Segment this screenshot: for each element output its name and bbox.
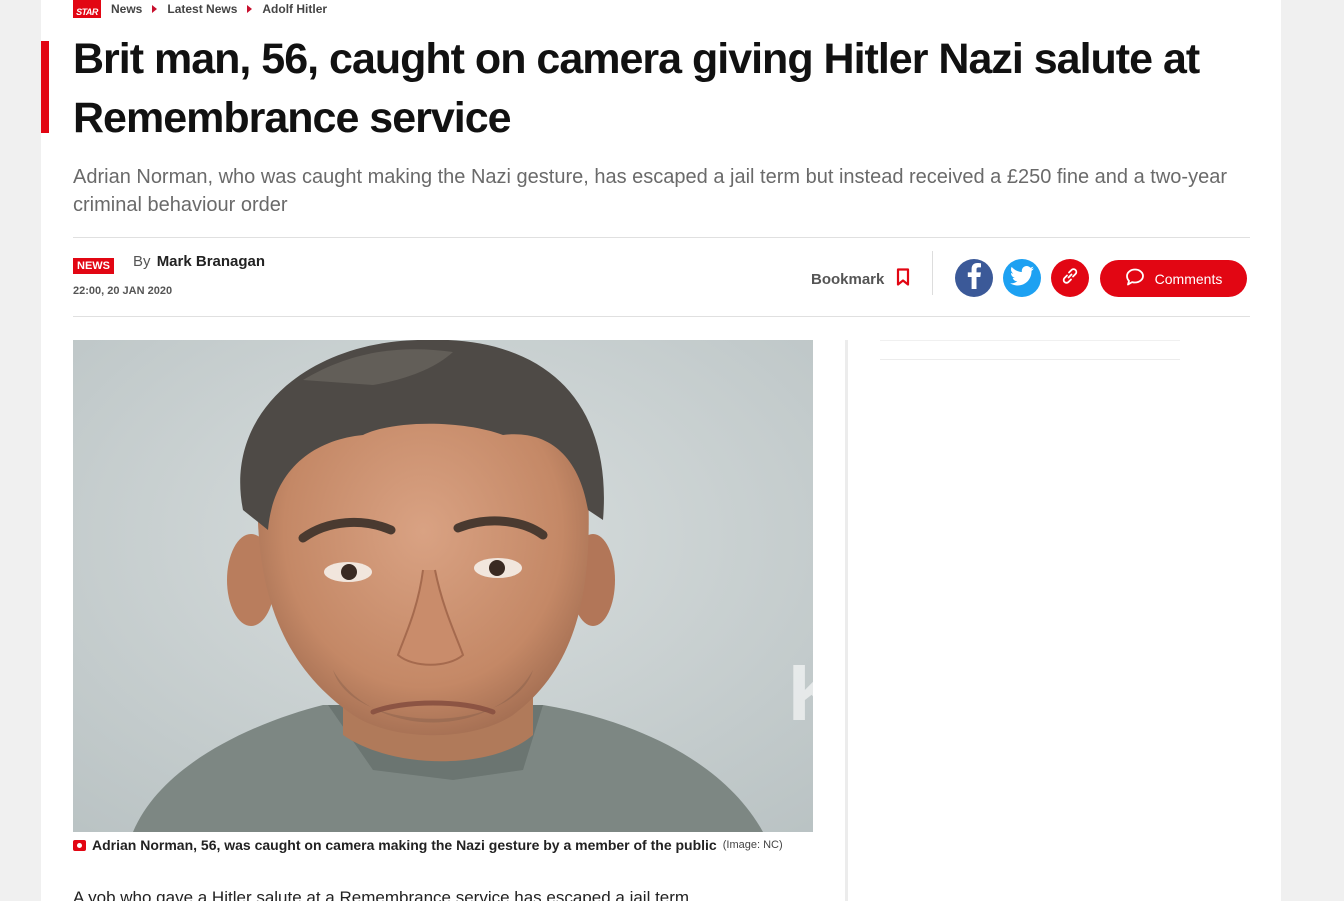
image-credit: (Image: NC) xyxy=(722,839,783,851)
breadcrumb: STAR News Latest News Adolf Hitler xyxy=(73,0,327,18)
facebook-share-button[interactable] xyxy=(955,259,993,297)
copy-link-button[interactable] xyxy=(1051,259,1089,297)
byline: By Mark Branagan xyxy=(133,253,265,270)
headline-accent-bar xyxy=(41,41,49,133)
bookmark-label: Bookmark xyxy=(811,270,885,288)
comment-icon xyxy=(1125,268,1145,289)
site-logo[interactable]: STAR xyxy=(73,0,101,18)
divider xyxy=(932,251,933,295)
twitter-icon xyxy=(1010,265,1034,291)
camera-icon xyxy=(73,839,86,851)
article-image[interactable]: K xyxy=(73,340,813,832)
page-title: Brit man, 56, caught on camera giving Hi… xyxy=(73,35,1200,142)
bookmark-button[interactable]: Bookmark xyxy=(811,268,910,290)
section-tag[interactable]: NEWS xyxy=(73,258,114,274)
article-photo-illustration: K xyxy=(73,340,813,832)
timestamp: 22:00, 20 JAN 2020 xyxy=(73,285,173,297)
breadcrumb-latest-news[interactable]: Latest News xyxy=(167,2,237,16)
by-label: By xyxy=(133,253,151,270)
image-caption: Adrian Norman, 56, was caught on camera … xyxy=(73,837,783,853)
chevron-right-icon xyxy=(247,5,253,13)
link-icon xyxy=(1060,266,1080,291)
breadcrumb-news[interactable]: News xyxy=(111,2,142,16)
sidebar-placeholder xyxy=(880,340,1180,360)
comments-label: Comments xyxy=(1154,270,1223,287)
article-page: STAR News Latest News Adolf Hitler Brit … xyxy=(41,0,1281,901)
breadcrumb-adolf-hitler[interactable]: Adolf Hitler xyxy=(262,2,327,16)
author-link[interactable]: Mark Branagan xyxy=(157,253,265,270)
article-body-paragraph: A yob who gave a Hitler salute at a Reme… xyxy=(73,888,690,901)
comments-button[interactable]: Comments xyxy=(1100,260,1247,297)
twitter-share-button[interactable] xyxy=(1003,259,1041,297)
facebook-icon xyxy=(966,262,982,294)
bookmark-icon xyxy=(896,268,910,290)
chevron-right-icon xyxy=(152,5,158,13)
divider xyxy=(73,237,1250,238)
sidebar-divider xyxy=(845,340,848,901)
standfirst: Adrian Norman, who was caught making the… xyxy=(73,166,1227,216)
caption-text: Adrian Norman, 56, was caught on camera … xyxy=(92,837,717,853)
svg-text:K: K xyxy=(788,648,813,737)
divider xyxy=(73,316,1250,317)
